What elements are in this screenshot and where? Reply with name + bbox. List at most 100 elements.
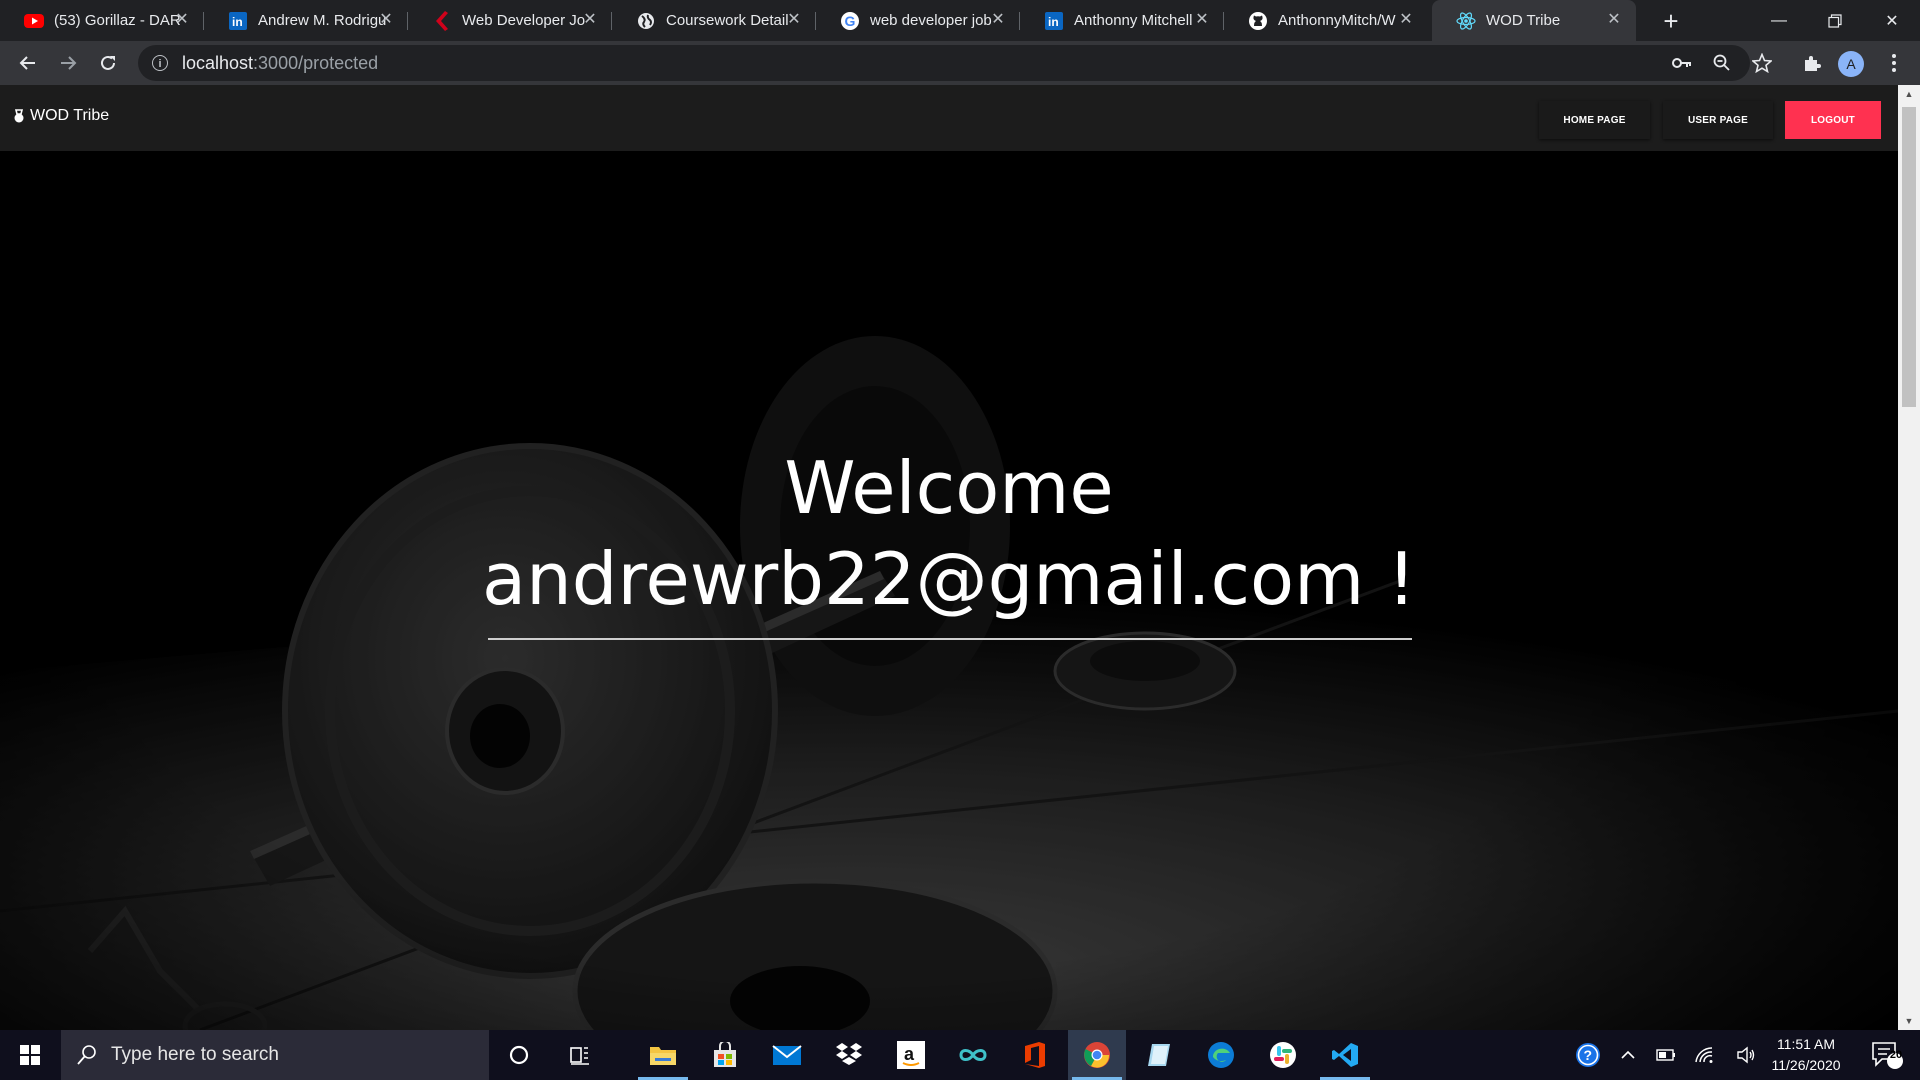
browser-tab[interactable]: in Anthonny Mitchell ✕ <box>1020 0 1224 41</box>
tab-title: WOD Tribe <box>1486 12 1561 29</box>
taskbar-search-box[interactable]: Type here to search <box>61 1030 489 1080</box>
back-icon[interactable] <box>12 47 44 79</box>
profile-avatar[interactable]: A <box>1838 51 1864 77</box>
globe-icon <box>636 11 656 31</box>
close-tab-icon[interactable]: ✕ <box>172 10 192 30</box>
tab-title: Andrew M. Rodrigu <box>258 12 387 29</box>
key-icon[interactable] <box>1666 47 1698 79</box>
address-bar[interactable]: i localhost:3000/protected <box>138 45 1750 81</box>
reload-icon[interactable] <box>92 47 124 79</box>
menu-kebab-icon[interactable] <box>1878 47 1910 79</box>
url-host: localhost <box>182 52 254 73</box>
logout-button[interactable]: LOGOUT <box>1785 101 1881 139</box>
zoom-icon[interactable] <box>1706 47 1738 79</box>
tab-title: web developer job <box>870 12 992 29</box>
taskbar-clock[interactable]: 11:51 AM 11/26/2020 <box>1756 1034 1856 1076</box>
slack-icon[interactable] <box>1254 1030 1312 1080</box>
linkedin-icon: in <box>228 11 248 31</box>
page-viewport: WOD Tribe HOME PAGE USER PAGE LOGOUT Wel… <box>0 85 1898 1030</box>
tab-title: AnthonnyMitch/W <box>1278 12 1396 29</box>
battery-icon[interactable] <box>1652 1030 1680 1080</box>
url-path: :3000/protected <box>253 52 379 73</box>
search-placeholder: Type here to search <box>111 1044 279 1065</box>
kettlebell-icon <box>14 109 24 123</box>
svg-text:G: G <box>845 13 856 29</box>
hero-section: Welcome andrewrb22@gmail.com ! <box>0 151 1898 1030</box>
extensions-icon[interactable] <box>1796 47 1828 79</box>
forward-icon[interactable] <box>52 47 84 79</box>
scroll-up-icon[interactable]: ▲ <box>1904 89 1914 99</box>
windows-taskbar: Type here to search a ? 11:51 AM 11/26/2… <box>0 1030 1920 1080</box>
svg-text:in: in <box>1048 15 1059 29</box>
infinity-icon[interactable] <box>944 1030 1002 1080</box>
chevron-up-icon[interactable] <box>1614 1030 1642 1080</box>
browser-toolbar: i localhost:3000/protected A <box>0 41 1920 85</box>
browser-tab[interactable]: Web Developer Jo ✕ <box>408 0 612 41</box>
google-icon: G <box>840 11 860 31</box>
heading-underline <box>488 638 1412 640</box>
restore-icon[interactable] <box>1807 0 1863 41</box>
svg-text:in: in <box>232 15 243 29</box>
close-tab-icon[interactable]: ✕ <box>1192 10 1212 30</box>
help-icon[interactable]: ? <box>1570 1030 1606 1080</box>
bookmark-star-icon[interactable] <box>1746 47 1778 79</box>
browser-tab[interactable]: G web developer job ✕ <box>816 0 1020 41</box>
notification-count: 20 <box>1889 1049 1903 1061</box>
github-icon <box>1248 11 1268 31</box>
minimize-icon[interactable]: — <box>1751 0 1807 41</box>
wifi-icon[interactable] <box>1690 1030 1718 1080</box>
browser-tab-active[interactable]: WOD Tribe ✕ <box>1432 0 1636 41</box>
close-tab-icon[interactable]: ✕ <box>988 10 1008 30</box>
vscode-icon[interactable] <box>1316 1030 1374 1080</box>
indeed-icon <box>432 10 452 31</box>
close-tab-icon[interactable]: ✕ <box>1604 10 1624 30</box>
store-icon[interactable] <box>696 1030 754 1080</box>
close-tab-icon[interactable]: ✕ <box>1396 10 1416 30</box>
search-icon <box>77 1045 96 1065</box>
tab-strip: (53) Gorillaz - DAR ✕ in Andrew M. Rodri… <box>0 0 1920 41</box>
mail-icon[interactable] <box>758 1030 816 1080</box>
brand-name: WOD Tribe <box>30 107 110 124</box>
clock-date: 11/26/2020 <box>1771 1057 1841 1073</box>
edge-icon[interactable] <box>1192 1030 1250 1080</box>
tab-title: Coursework Detail <box>666 12 789 29</box>
svg-text:?: ? <box>1584 1047 1593 1063</box>
close-tab-icon[interactable]: ✕ <box>580 10 600 30</box>
tab-title: Web Developer Jo <box>462 12 586 29</box>
tab-title: Anthonny Mitchell <box>1074 12 1193 29</box>
clock-time: 11:51 AM <box>1776 1036 1836 1052</box>
file-explorer-icon[interactable] <box>634 1030 692 1080</box>
cortana-icon[interactable] <box>490 1030 548 1080</box>
url-text: localhost:3000/protected <box>182 53 378 74</box>
linkedin-icon: in <box>1044 11 1064 31</box>
browser-tab[interactable]: AnthonnyMitch/W ✕ <box>1224 0 1428 41</box>
welcome-heading: Welcome <box>784 446 1114 530</box>
site-info-icon[interactable]: i <box>152 55 168 71</box>
windows-start-icon[interactable] <box>0 1030 60 1080</box>
youtube-icon <box>24 11 44 31</box>
notes-icon[interactable] <box>1130 1030 1188 1080</box>
home-page-button[interactable]: HOME PAGE <box>1539 101 1650 139</box>
close-tab-icon[interactable]: ✕ <box>376 10 396 30</box>
page-scrollbar[interactable]: ▲ ▼ <box>1898 85 1920 1030</box>
svg-text:a: a <box>904 1044 915 1064</box>
close-window-icon[interactable]: ✕ <box>1864 0 1920 41</box>
scroll-down-icon[interactable]: ▼ <box>1904 1016 1914 1026</box>
brand-link[interactable]: WOD Tribe <box>12 107 109 125</box>
scrollbar-thumb[interactable] <box>1902 107 1916 407</box>
welcome-email: andrewrb22@gmail.com ! <box>482 537 1416 621</box>
browser-tab[interactable]: (53) Gorillaz - DAR ✕ <box>0 0 204 41</box>
tab-title: (53) Gorillaz - DAR <box>54 12 181 29</box>
amazon-icon[interactable]: a <box>882 1030 940 1080</box>
browser-tab[interactable]: in Andrew M. Rodrigu ✕ <box>204 0 408 41</box>
dropbox-icon[interactable] <box>820 1030 878 1080</box>
chrome-icon[interactable] <box>1068 1030 1126 1080</box>
notifications-icon[interactable]: 20 <box>1862 1030 1912 1080</box>
user-page-button[interactable]: USER PAGE <box>1663 101 1773 139</box>
task-view-icon[interactable] <box>551 1030 609 1080</box>
new-tab-button[interactable]: + <box>1656 6 1686 36</box>
close-tab-icon[interactable]: ✕ <box>784 10 804 30</box>
browser-tab[interactable]: Coursework Detail ✕ <box>612 0 816 41</box>
site-navbar: WOD Tribe HOME PAGE USER PAGE LOGOUT <box>0 85 1898 151</box>
office-icon[interactable] <box>1006 1030 1064 1080</box>
